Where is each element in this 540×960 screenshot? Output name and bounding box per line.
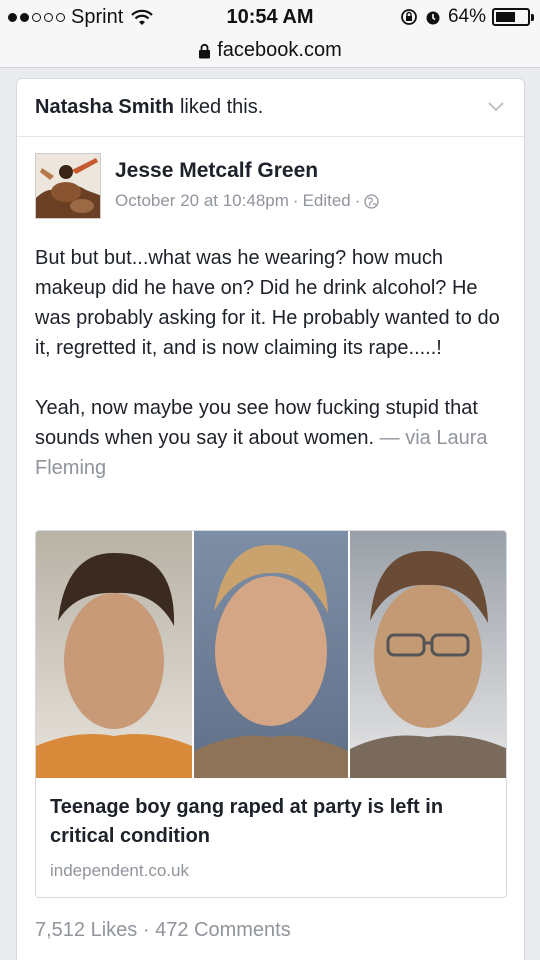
engagement-counts: 7,512 Likes · 472 Comments bbox=[35, 919, 291, 942]
battery-icon bbox=[492, 8, 534, 26]
lock-icon bbox=[199, 43, 211, 58]
address-bar[interactable]: facebook.com bbox=[0, 34, 540, 68]
story-header: Natasha Smith liked this. bbox=[17, 79, 524, 137]
link-title[interactable]: Teenage boy gang raped at party is left … bbox=[50, 793, 494, 851]
rotation-lock-icon bbox=[401, 9, 417, 25]
url-text: facebook.com bbox=[217, 39, 342, 61]
shared-link-preview[interactable]: Teenage boy gang raped at party is left … bbox=[35, 530, 507, 898]
post-body: But but but...what was he wearing? how m… bbox=[35, 243, 513, 513]
likes-count-link[interactable]: 7,512 Likes bbox=[35, 919, 137, 941]
chevron-down-icon[interactable] bbox=[486, 97, 506, 117]
post-date[interactable]: October 20 at 10:48pm bbox=[115, 191, 289, 211]
story-actor-link[interactable]: Natasha Smith bbox=[35, 96, 174, 119]
counts-separator: · bbox=[142, 919, 150, 941]
alarm-icon bbox=[426, 11, 440, 25]
post-paragraph-1: But but but...what was he wearing? how m… bbox=[35, 247, 500, 359]
story-action: liked this. bbox=[179, 96, 264, 118]
via-prefix: — via bbox=[379, 427, 431, 449]
post-author-name[interactable]: Jesse Metcalf Green bbox=[115, 159, 318, 183]
author-avatar[interactable] bbox=[35, 153, 101, 219]
status-right: 64% bbox=[400, 6, 534, 28]
link-preview-image[interactable] bbox=[36, 531, 506, 778]
link-domain: independent.co.uk bbox=[50, 861, 189, 880]
edited-label[interactable]: Edited bbox=[303, 191, 351, 211]
post-meta: October 20 at 10:48pm · Edited · bbox=[115, 191, 380, 211]
battery-percent: 64% bbox=[447, 6, 486, 27]
post-paragraph-2: Yeah, now maybe you see how fucking stup… bbox=[35, 393, 513, 483]
globe-icon bbox=[364, 193, 380, 209]
post-header: Jesse Metcalf Green October 20 at 10:48p… bbox=[17, 137, 524, 219]
status-bar: Sprint 10:54 AM 64% bbox=[0, 0, 540, 34]
comments-count-link[interactable]: 472 Comments bbox=[155, 919, 291, 941]
feed-story-card: Natasha Smith liked this. Jesse Metcalf … bbox=[16, 78, 525, 960]
